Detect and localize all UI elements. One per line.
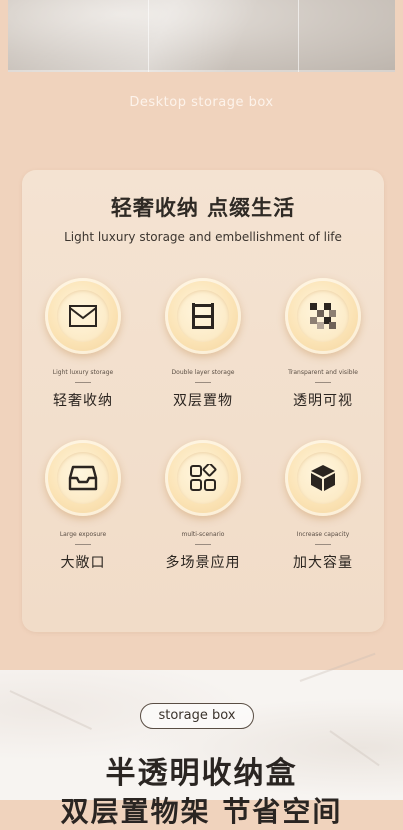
- icon-badge: [45, 440, 121, 516]
- divider: [195, 382, 211, 383]
- icon-badge: [285, 278, 361, 354]
- tile-seam: [148, 0, 149, 72]
- product-title-line2: 双层置物架 节省空间: [60, 795, 343, 828]
- grid-shapes-icon: [190, 464, 217, 491]
- feature-en-label: Double layer storage: [171, 369, 235, 376]
- feature-en-label: Transparent and visible: [288, 369, 358, 376]
- feature-cn-label: 轻奢收纳: [53, 393, 113, 409]
- marble-vein: [299, 652, 376, 682]
- icon-badge: [165, 440, 241, 516]
- feature-card: 轻奢收纳 点缀生活 Light luxury storage and embel…: [22, 170, 384, 632]
- open-tray-icon: [68, 465, 98, 491]
- divider: [315, 544, 331, 545]
- feature-cn-label: 大敞口: [60, 555, 106, 571]
- feature-en-label: Light luxury storage: [52, 369, 114, 376]
- card-title: 轻奢收纳 点缀生活: [110, 196, 296, 220]
- product-section: storage box 半透明收纳盒 双层置物架 节省空间: [0, 652, 403, 828]
- divider: [195, 544, 211, 545]
- divider: [75, 544, 91, 545]
- marble-vein: [9, 690, 92, 730]
- card-subtitle: Light luxury storage and embellishment o…: [64, 230, 342, 244]
- icon-badge: [165, 278, 241, 354]
- desktop-storage-caption: Desktop storage box: [129, 95, 274, 110]
- product-title: 半透明收纳盒: [105, 756, 298, 791]
- icon-badge: [285, 440, 361, 516]
- feature-en-label: multi-scenario: [181, 531, 225, 538]
- marble-product-image: [8, 0, 395, 72]
- icon-badge: [45, 278, 121, 354]
- feature-cn-label: 多场景应用: [165, 555, 241, 571]
- checker-pattern-icon: [310, 303, 336, 329]
- cube-icon: [311, 465, 335, 491]
- double-shelf-icon: [192, 303, 214, 329]
- feature-cn-label: 双层置物: [173, 393, 233, 409]
- feature-en-label: Large exposure: [59, 531, 107, 538]
- storage-box-pill: storage box: [140, 703, 254, 729]
- feature-en-label: Increase capacity: [296, 531, 350, 538]
- feature-cn-label: 透明可视: [293, 393, 353, 409]
- tile-seam: [298, 0, 299, 72]
- feature-cn-label: 加大容量: [293, 555, 353, 571]
- divider: [315, 382, 331, 383]
- envelope-icon: [69, 305, 97, 327]
- divider: [75, 382, 91, 383]
